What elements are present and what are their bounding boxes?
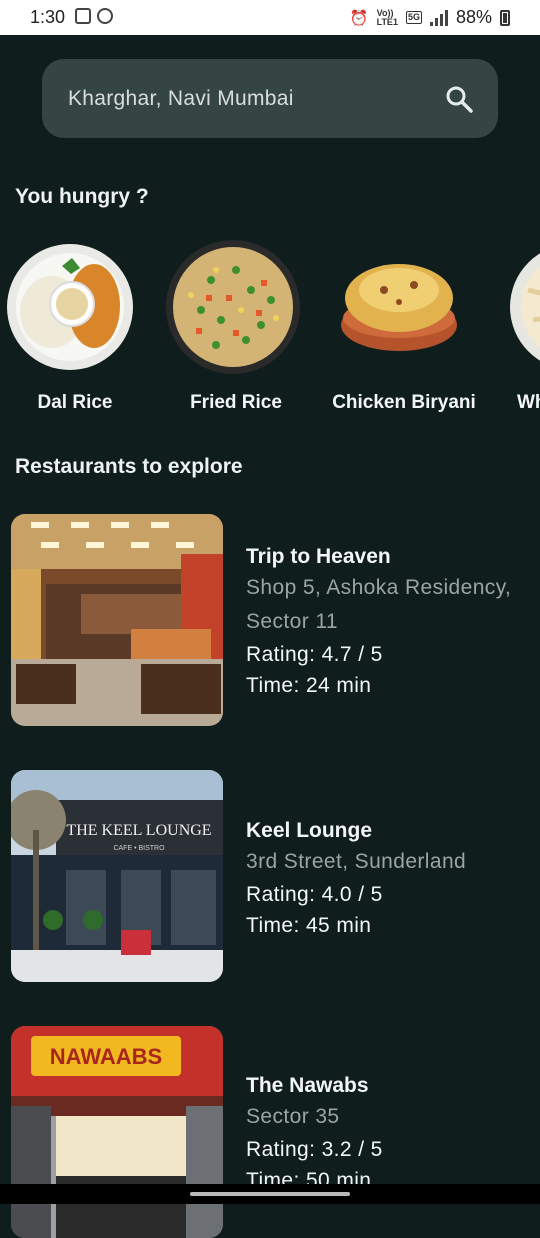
restaurant-address: Sector 35 bbox=[246, 1105, 340, 1128]
restaurant-rating: Rating: 4.0 / 5 bbox=[246, 883, 383, 906]
battery-percent: 88% bbox=[455, 7, 492, 27]
food-item-dal-rice[interactable]: Dal Rice bbox=[0, 240, 150, 420]
food-label: Fried Rice bbox=[190, 392, 282, 413]
volte-indicator: Vo)) LTE1 bbox=[376, 7, 398, 27]
food-label: Dal Rice bbox=[37, 392, 113, 413]
dal-rice-image bbox=[7, 244, 133, 370]
restaurant-name: Keel Lounge bbox=[246, 819, 373, 842]
restaurant-rating: Rating: 4.7 / 5 bbox=[246, 643, 383, 666]
restaurant-sign-text: THE KEEL LOUNGE bbox=[66, 822, 211, 839]
network-type: 5G bbox=[405, 11, 422, 24]
restaurant-sign-text: NAWAABS bbox=[50, 1044, 162, 1069]
restaurant-time: Time: 24 min bbox=[246, 674, 372, 697]
restaurant-sign-subtext: CAFE • BISTRO bbox=[113, 845, 165, 852]
food-item-fried-rice[interactable]: Fried Rice bbox=[161, 240, 311, 420]
restaurant-card[interactable]: Trip to Heaven Shop 5, Ashoka Residency,… bbox=[11, 514, 540, 726]
navigation-bar bbox=[0, 1184, 540, 1204]
restaurant-image: THE KEEL LOUNGE CAFE • BISTRO bbox=[11, 770, 223, 982]
restaurant-card[interactable]: THE KEEL LOUNGE CAFE • BISTRO Keel Loung… bbox=[11, 770, 540, 982]
restaurant-address: 3rd Street, Sunderland bbox=[246, 850, 467, 873]
restaurant-rating: Rating: 3.2 / 5 bbox=[246, 1138, 383, 1161]
restaurant-address: Shop 5, Ashoka Residency, Sector 11 bbox=[246, 576, 512, 633]
restaurant-image bbox=[11, 514, 223, 726]
restaurant-card[interactable]: NAWAABS The Nawabs Sector 35 Rating: 3.2… bbox=[11, 1026, 540, 1238]
signal-icon bbox=[429, 9, 448, 26]
restaurant-name: Trip to Heaven bbox=[246, 545, 391, 568]
fried-rice-image bbox=[166, 240, 300, 374]
food-item-chicken-biryani[interactable]: Chicken Biryani bbox=[329, 240, 479, 420]
sync-notification-icon bbox=[97, 8, 113, 24]
chicken-biryani-image bbox=[341, 264, 457, 351]
food-section-title: You hungry ? bbox=[15, 185, 149, 208]
alarm-icon: ⏰ bbox=[349, 9, 369, 27]
food-item-partial[interactable]: Wh bbox=[508, 240, 540, 420]
gallery-notification-icon bbox=[75, 8, 91, 24]
restaurant-name: The Nawabs bbox=[246, 1074, 369, 1097]
food-label: Chicken Biryani bbox=[332, 392, 476, 413]
pasta-image bbox=[510, 253, 540, 361]
status-time: 1:30 bbox=[30, 7, 66, 27]
restaurant-time: Time: 45 min bbox=[246, 914, 372, 937]
status-bar: 1:30 ⏰ Vo)) LTE1 5G 88% bbox=[0, 0, 540, 35]
search-icon[interactable] bbox=[444, 84, 474, 114]
food-label: Wh bbox=[517, 392, 540, 413]
restaurant-image: NAWAABS bbox=[11, 1026, 223, 1238]
search-bar[interactable] bbox=[42, 59, 498, 138]
search-input[interactable] bbox=[66, 85, 444, 112]
restaurant-section-title: Restaurants to explore bbox=[15, 455, 243, 478]
battery-icon bbox=[500, 9, 510, 26]
home-gesture-handle[interactable] bbox=[190, 1192, 350, 1196]
food-carousel[interactable]: Dal Rice Fried Rice Chicken Biryani W bbox=[0, 240, 540, 420]
